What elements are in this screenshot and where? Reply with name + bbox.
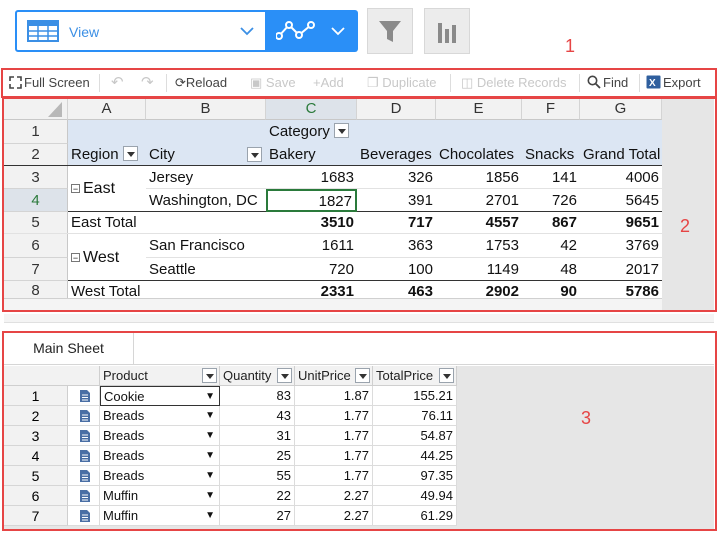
divider [166, 74, 167, 92]
funnel-icon [379, 21, 401, 42]
redo-icon: ↷ [141, 74, 154, 91]
line-graph-icon [276, 21, 315, 40]
undo-icon: ↶ [111, 74, 124, 91]
duplicate-button[interactable]: ❐ Duplicate [367, 70, 436, 96]
divider [579, 74, 580, 92]
expand-icon [9, 76, 22, 89]
plus-icon: + [313, 75, 321, 90]
find-button[interactable]: Find [587, 70, 628, 96]
view-selector-label: View [69, 24, 100, 40]
table-grid-icon [27, 20, 59, 42]
trash-icon: ◫ [461, 75, 474, 90]
reload-icon: ⟳ [175, 75, 186, 90]
filter-button[interactable] [367, 8, 413, 54]
export-button[interactable]: X Export [646, 70, 701, 96]
splitter[interactable] [4, 314, 714, 323]
save-button[interactable]: ▣ Save [250, 70, 296, 96]
full-screen-label: Full Screen [24, 75, 90, 90]
full-screen-button[interactable]: Full Screen [9, 70, 90, 96]
duplicate-label: Duplicate [382, 75, 437, 90]
delete-records-label: Delete Records [476, 75, 567, 90]
svg-text:X: X [649, 78, 656, 89]
add-label: Add [320, 75, 344, 90]
excel-export-icon: X [646, 75, 661, 89]
floppy-disk-icon: ▣ [250, 75, 263, 90]
annotation-box-3 [2, 331, 717, 531]
copy-icon: ❐ [367, 75, 379, 90]
chevron-down-icon [240, 27, 254, 36]
delete-records-button[interactable]: ◫ Delete Records [461, 70, 567, 96]
chevron-down-icon [331, 27, 345, 36]
annotation-label-2: 2 [680, 216, 691, 236]
chart-button[interactable] [424, 8, 470, 54]
bar-chart-icon [438, 23, 456, 43]
find-label: Find [603, 75, 629, 90]
annotation-box-2 [2, 97, 717, 312]
annotation-label-3: 3 [581, 408, 592, 428]
export-label: Export [663, 75, 701, 90]
reload-label: Reload [185, 75, 228, 90]
divider [99, 74, 100, 92]
add-button[interactable]: +Add [313, 70, 344, 96]
divider [639, 74, 640, 92]
divider [450, 74, 451, 92]
annotation-label-1: 1 [565, 36, 576, 56]
undo-button[interactable]: ↶ [111, 70, 124, 96]
search-icon [587, 75, 601, 89]
view-selector[interactable]: View [15, 10, 267, 52]
reload-button[interactable]: ⟳Reload [175, 70, 227, 96]
graph-view-button[interactable] [266, 10, 358, 52]
redo-button[interactable]: ↷ [141, 70, 154, 96]
save-label: Save [265, 75, 296, 90]
toolbar: Full Screen ↶ ↷ ⟳Reload ▣ Save +Add ❐ Du… [3, 70, 715, 96]
